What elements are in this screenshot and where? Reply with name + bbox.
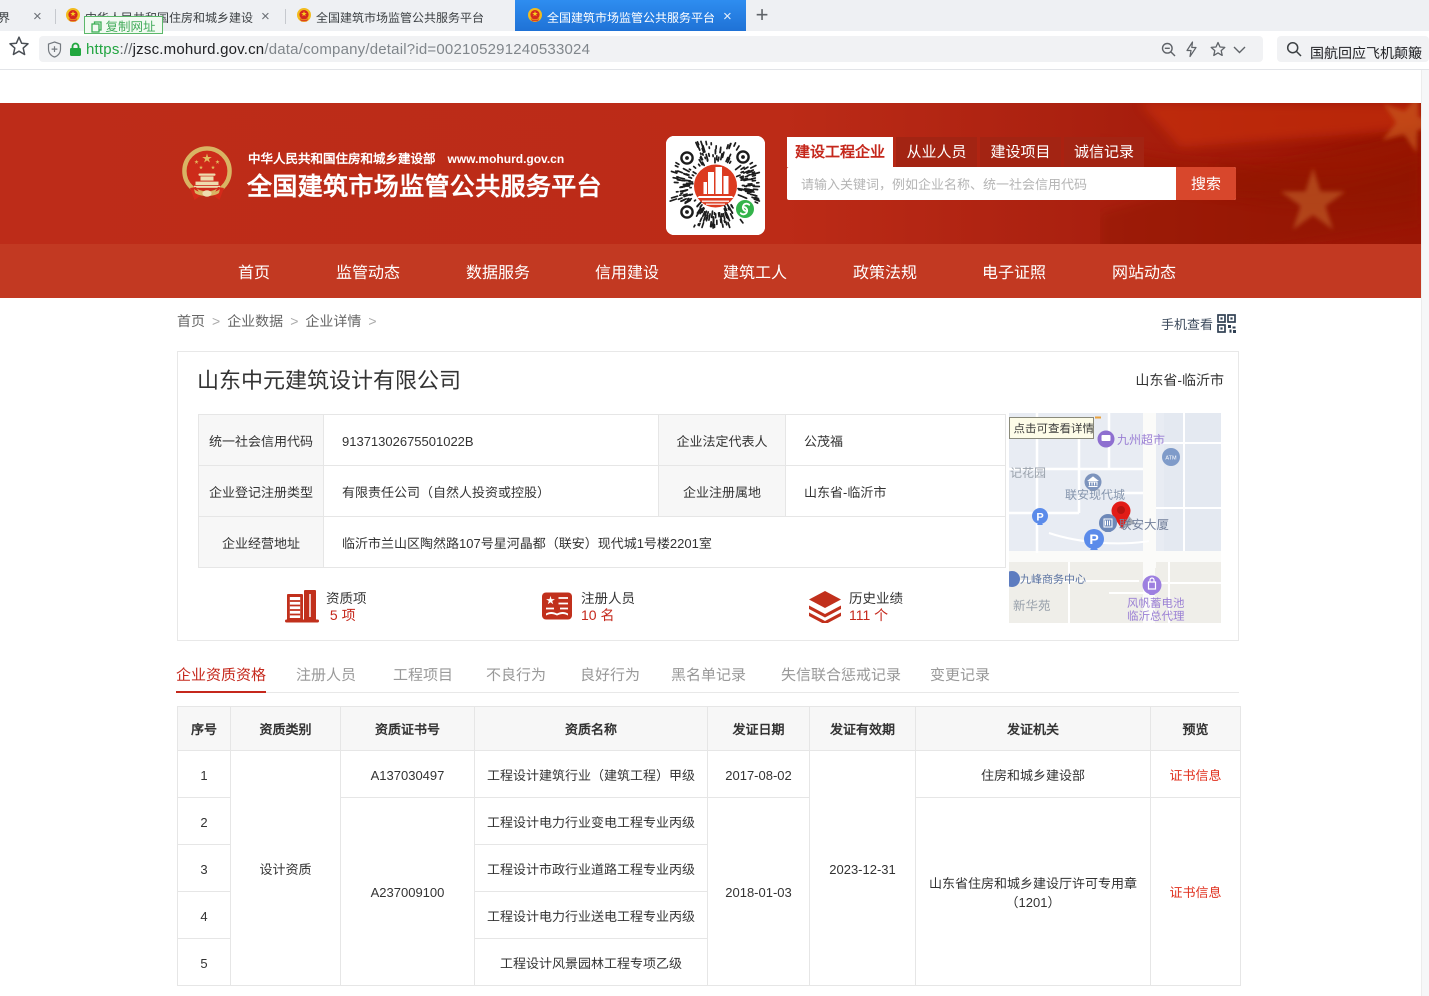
svg-text:联安大厦: 联安大厦 [1119,514,1169,533]
svg-text:P: P [1036,509,1043,525]
svg-text:九峰商务中心: 九峰商务中心 [1020,571,1086,587]
svg-text:九州超市: 九州超市 [1117,431,1165,448]
svg-text:ATM: ATM [1165,454,1177,462]
svg-text:联安现代城: 联安现代城 [1065,486,1125,503]
svg-text:记花园: 记花园 [1010,464,1046,481]
svg-text:点击可查看详情: 点击可查看详情 [1014,421,1095,437]
svg-text:新华苑: 新华苑 [1013,595,1051,614]
svg-text:临沂总代理: 临沂总代理 [1127,608,1185,623]
svg-text:P: P [1089,529,1098,549]
